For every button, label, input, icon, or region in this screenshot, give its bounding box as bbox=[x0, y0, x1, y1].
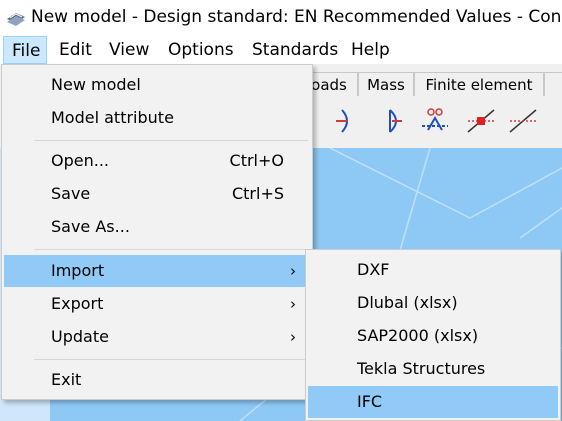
menu-item-label: DXF bbox=[357, 260, 390, 279]
menu-item-import[interactable]: Import › bbox=[4, 255, 310, 287]
menu-item-export[interactable]: Export › bbox=[4, 288, 310, 320]
menu-separator bbox=[34, 359, 308, 360]
cut-node-icon[interactable] bbox=[418, 104, 452, 138]
menu-item-label: Export bbox=[51, 294, 104, 313]
submenu-item-ifc[interactable]: IFC bbox=[308, 386, 558, 418]
menu-item-label: Exit bbox=[51, 370, 82, 389]
menu-item-save[interactable]: Save Ctrl+S bbox=[4, 178, 310, 210]
menu-item-new-model[interactable]: New model bbox=[4, 69, 310, 101]
menu-item-label: Model attribute bbox=[51, 108, 174, 127]
submenu-item-sap2000[interactable]: SAP2000 (xlsx) bbox=[308, 320, 558, 352]
menu-item-shortcut: Ctrl+S bbox=[231, 184, 284, 203]
menu-item-model-attribute[interactable]: Model attribute bbox=[4, 102, 310, 134]
menu-item-label: Update bbox=[51, 327, 109, 346]
node-on-line-icon[interactable] bbox=[464, 104, 498, 138]
menu-item-label: IFC bbox=[357, 392, 383, 411]
chevron-right-icon: › bbox=[290, 295, 296, 313]
menu-item-label: Dlubal (xlsx) bbox=[357, 293, 458, 312]
submenu-item-dxf[interactable]: DXF bbox=[308, 254, 558, 286]
menu-help[interactable]: Help bbox=[351, 36, 390, 64]
menu-bar: File Edit View Options Standards Help bbox=[0, 36, 562, 64]
menu-standards[interactable]: Standards bbox=[252, 36, 338, 64]
chevron-right-icon: › bbox=[290, 262, 296, 280]
file-menu: New model Model attribute Open... Ctrl+O… bbox=[1, 64, 313, 400]
menu-file[interactable]: File bbox=[3, 36, 47, 64]
tab-more[interactable] bbox=[544, 72, 562, 96]
app-window: New model - Design standard: EN Recommen… bbox=[0, 0, 562, 421]
window-title: New model - Design standard: EN Recommen… bbox=[31, 7, 562, 27]
menu-separator bbox=[34, 249, 308, 250]
menu-item-label: Save bbox=[51, 184, 91, 203]
title-bar: New model - Design standard: EN Recommen… bbox=[0, 0, 562, 36]
chevron-right-icon: › bbox=[290, 328, 296, 346]
menu-item-label: Open... bbox=[51, 151, 109, 170]
menu-separator bbox=[34, 140, 308, 141]
menu-item-open[interactable]: Open... Ctrl+O bbox=[4, 145, 310, 177]
menu-item-exit[interactable]: Exit bbox=[4, 364, 310, 396]
menu-options[interactable]: Options bbox=[168, 36, 234, 64]
menu-item-shortcut: Ctrl+O bbox=[229, 151, 284, 170]
tab-finite-element[interactable]: Finite element bbox=[414, 72, 544, 96]
menu-item-label: Import bbox=[51, 261, 105, 280]
tab-mass[interactable]: Mass bbox=[358, 72, 414, 96]
submenu-item-tekla[interactable]: Tekla Structures bbox=[308, 353, 558, 385]
support-left-icon[interactable] bbox=[330, 104, 364, 138]
menu-view[interactable]: View bbox=[109, 36, 149, 64]
submenu-item-dlubal[interactable]: Dlubal (xlsx) bbox=[308, 287, 558, 319]
menu-item-label: SAP2000 (xlsx) bbox=[357, 326, 479, 345]
menu-item-update[interactable]: Update › bbox=[4, 321, 310, 353]
import-submenu: DXF Dlubal (xlsx) SAP2000 (xlsx) Tekla S… bbox=[305, 249, 561, 421]
consteel-app-icon bbox=[7, 13, 25, 26]
support-right-icon[interactable] bbox=[378, 104, 412, 138]
menu-edit[interactable]: Edit bbox=[59, 36, 92, 64]
line-divide-icon[interactable] bbox=[506, 104, 540, 138]
menu-item-label: New model bbox=[51, 75, 141, 94]
menu-item-label: Tekla Structures bbox=[357, 359, 486, 378]
menu-item-save-as[interactable]: Save As... bbox=[4, 211, 310, 243]
menu-item-label: Save As... bbox=[51, 217, 130, 236]
